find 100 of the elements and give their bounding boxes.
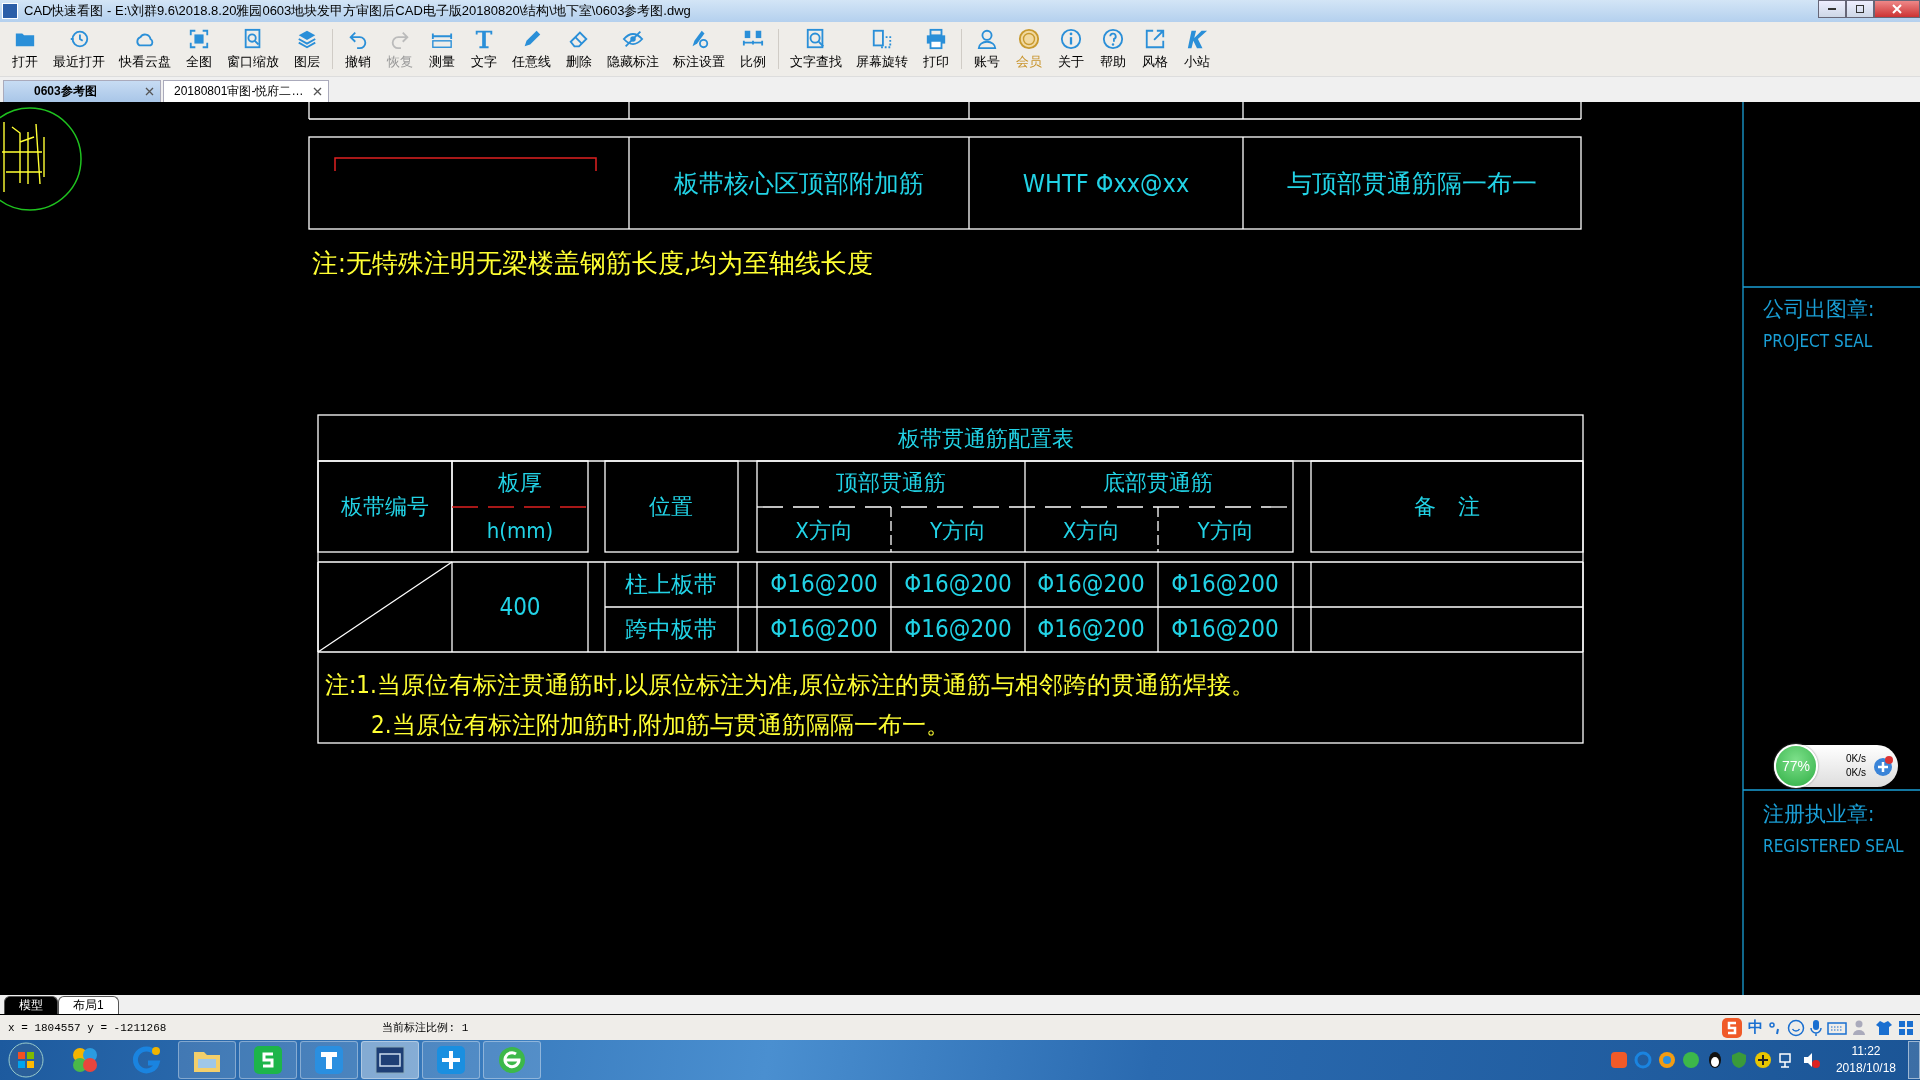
column-header: 备 注 bbox=[1414, 493, 1480, 519]
help-icon bbox=[1102, 27, 1124, 50]
clock[interactable]: 11:22 2018/10/18 bbox=[1835, 1043, 1896, 1077]
shirt-icon[interactable] bbox=[1875, 1018, 1893, 1037]
column-header: 顶部贯通筋 bbox=[836, 469, 946, 495]
toolbar-button[interactable]: 屏幕旋转 bbox=[849, 25, 915, 73]
minimize-button[interactable] bbox=[1818, 0, 1846, 18]
seal-label: PROJECT SEAL bbox=[1763, 331, 1873, 351]
note-text: 2.当原位有标注附加筋时,附加筋与贯通筋隔隔一布一。 bbox=[371, 711, 951, 739]
search-document-icon bbox=[805, 27, 827, 50]
column-header: 底部贯通筋 bbox=[1103, 469, 1213, 495]
toolbar-button[interactable]: 图层 bbox=[286, 25, 328, 73]
toolbar-button[interactable]: 打印 bbox=[915, 25, 957, 73]
toolbar-button[interactable]: 账号 bbox=[966, 25, 1008, 73]
toolbar-button[interactable]: 关于 bbox=[1050, 25, 1092, 73]
document-tab[interactable]: 0603参考图 bbox=[3, 80, 161, 102]
table-cell: Φ16@200 bbox=[770, 615, 878, 643]
column-header: Y方向 bbox=[929, 517, 987, 543]
upload-rate: 0K/s bbox=[1846, 752, 1866, 766]
medal-icon bbox=[1018, 27, 1040, 50]
cpu-gauge: 77% bbox=[1774, 744, 1818, 788]
toolbar-button[interactable]: 快看云盘 bbox=[112, 25, 178, 73]
plus-icon[interactable] bbox=[1872, 755, 1894, 777]
column-header: h(mm) bbox=[486, 517, 554, 543]
table-cell: Φ16@200 bbox=[904, 615, 1012, 643]
column-header: 位置 bbox=[649, 493, 693, 519]
toolbar-button[interactable]: 窗口缩放 bbox=[220, 25, 286, 73]
pinwheel-icon[interactable] bbox=[1657, 1051, 1676, 1069]
toolbar-button[interactable]: 帮助 bbox=[1092, 25, 1134, 73]
toolbar-button[interactable]: 隐藏标注 bbox=[600, 25, 666, 73]
input-mode-toggle[interactable]: 中 bbox=[1748, 1018, 1763, 1037]
toolbar-button[interactable]: 全图 bbox=[178, 25, 220, 73]
keyboard-icon[interactable] bbox=[1827, 1019, 1847, 1036]
layout-tab[interactable]: 布局1 bbox=[58, 996, 119, 1014]
minimize-icon bbox=[1828, 8, 1836, 10]
document-tab[interactable]: 20180801审图-悦府二… bbox=[163, 80, 330, 102]
app-logo-icon bbox=[2, 3, 18, 19]
table-cell: 板带核心区顶部附加筋 bbox=[674, 168, 924, 198]
column-header: X方向 bbox=[795, 517, 853, 543]
close-button[interactable] bbox=[1874, 0, 1920, 18]
table-title: 板带贯通筋配置表 bbox=[898, 425, 1074, 451]
toolbar-button[interactable]: 最近打开 bbox=[46, 25, 112, 73]
table-cell: Φ16@200 bbox=[770, 570, 878, 598]
note-text: 注:1.当原位有标注贯通筋时,以原位标注为准,原位标注的贯通筋与相邻跨的贯通筋焊接。 bbox=[325, 671, 1255, 699]
close-icon[interactable] bbox=[313, 87, 323, 96]
speaker-muted-icon[interactable] bbox=[1801, 1051, 1820, 1069]
table-cell: Φ16@200 bbox=[1171, 615, 1279, 643]
download-rate: 0K/s bbox=[1846, 766, 1866, 780]
toolbar-button[interactable]: 标注设置 bbox=[666, 25, 732, 73]
column-header: Y方向 bbox=[1197, 517, 1254, 543]
cad-tile-icon[interactable] bbox=[375, 1046, 405, 1074]
layout-tab[interactable]: 模型 bbox=[4, 996, 58, 1014]
cross-tile-icon[interactable] bbox=[436, 1045, 466, 1075]
seal-label: 注册执业章: bbox=[1763, 802, 1875, 826]
network-monitor-widget[interactable]: 77% 0K/s 0K/s bbox=[1774, 745, 1898, 787]
printer-icon bbox=[925, 27, 947, 50]
toolbar-button[interactable]: 文字查找 bbox=[783, 25, 849, 73]
table-cell: 跨中板带 bbox=[625, 616, 717, 642]
table-cell: 柱上板带 bbox=[625, 571, 717, 597]
maximize-icon bbox=[1855, 4, 1865, 14]
show-desktop-button[interactable] bbox=[1908, 1041, 1920, 1079]
microphone-icon[interactable] bbox=[1810, 1018, 1822, 1037]
ime-logo-icon[interactable] bbox=[1721, 1016, 1743, 1039]
table-cell: Φ16@200 bbox=[904, 570, 1012, 598]
toolbar-button[interactable]: 小站 bbox=[1176, 25, 1218, 73]
table-cell: 400 bbox=[499, 593, 541, 621]
column-header: X方向 bbox=[1062, 517, 1121, 543]
toolbar-button[interactable]: 删除 bbox=[558, 25, 600, 73]
close-icon bbox=[1892, 4, 1902, 14]
t-tile-icon[interactable] bbox=[314, 1045, 344, 1075]
toolbar-button[interactable]: 测量 bbox=[421, 25, 463, 73]
toolbar-button[interactable]: 打开 bbox=[4, 25, 46, 73]
seal-label: 公司出图章: bbox=[1763, 297, 1875, 321]
plus-icon[interactable] bbox=[1753, 1051, 1772, 1069]
frame-icon bbox=[188, 27, 210, 50]
note-text: 注:无特殊注明无梁楼盖钢筋长度,均为至轴线长度 bbox=[312, 248, 874, 278]
toolbar-button[interactable]: 风格 bbox=[1134, 25, 1176, 73]
close-icon[interactable] bbox=[145, 87, 154, 96]
coordinates-text: x = 1804557 y = -1211268 bbox=[7, 1021, 167, 1034]
table-cell: Φ16@200 bbox=[1171, 570, 1279, 598]
grid-icon[interactable] bbox=[1898, 1019, 1914, 1036]
toolbar-button[interactable]: 比例 bbox=[732, 25, 774, 73]
petals-icon[interactable] bbox=[70, 1045, 100, 1075]
toolbar-button[interactable]: 文字 bbox=[463, 25, 505, 73]
seal-label: REGISTERED SEAL bbox=[1763, 836, 1904, 856]
toolbar-button[interactable]: 撤销 bbox=[337, 25, 379, 73]
info-icon bbox=[1060, 27, 1082, 50]
table-cell: Φ16@200 bbox=[1037, 570, 1145, 598]
start-button[interactable] bbox=[6, 1041, 46, 1079]
smiley-icon[interactable] bbox=[1787, 1018, 1805, 1037]
rotate-screen-icon bbox=[871, 27, 893, 50]
table-cell: Φ16@200 bbox=[1037, 615, 1145, 643]
resize-icon bbox=[1144, 27, 1166, 50]
scale-text: 当前标注比例: 1 bbox=[381, 1021, 469, 1035]
chat-tile-icon[interactable] bbox=[253, 1045, 283, 1075]
table-cell: WHTF Φxx@xx bbox=[1022, 168, 1190, 198]
user-icon bbox=[976, 27, 998, 50]
table-cell: 与顶部贯通筋隔一布一 bbox=[1287, 168, 1537, 198]
toolbar-button[interactable]: 任意线 bbox=[505, 25, 558, 73]
maximize-button[interactable] bbox=[1846, 0, 1874, 18]
